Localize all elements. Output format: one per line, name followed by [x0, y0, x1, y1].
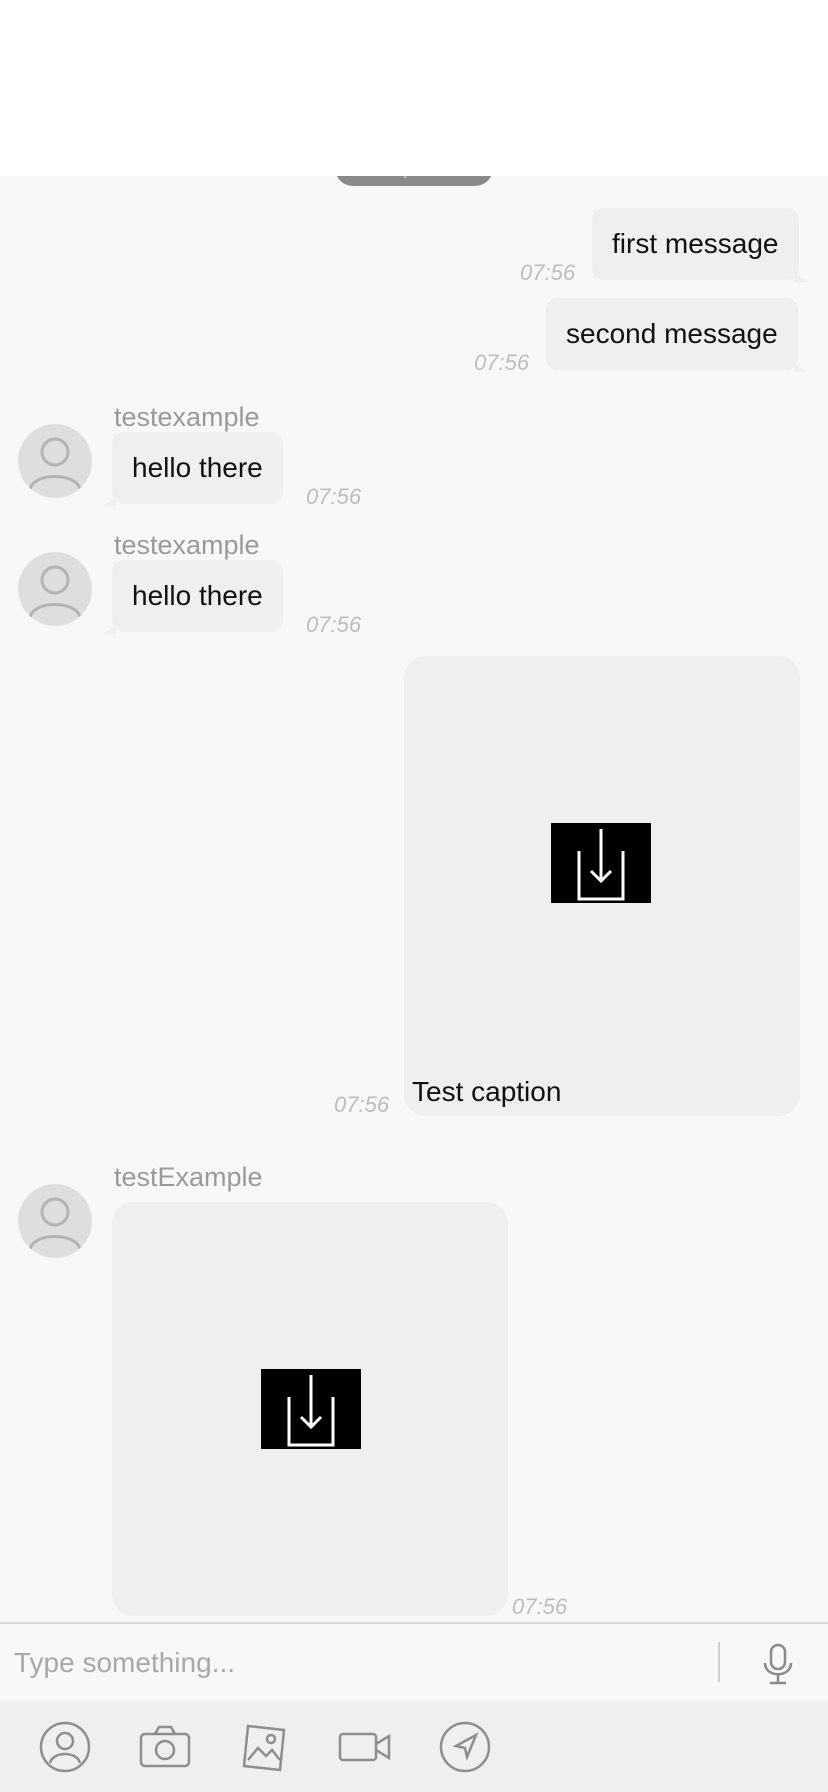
- avatar[interactable]: [18, 552, 92, 626]
- message-text: second message: [566, 318, 778, 349]
- composer-divider: [718, 1642, 720, 1682]
- message-time: 07:56: [474, 350, 530, 375]
- message-time: 07:56: [306, 484, 362, 509]
- sender-name: testExample: [114, 1162, 263, 1192]
- avatar[interactable]: [18, 1184, 92, 1258]
- message-time: 07:56: [306, 612, 362, 637]
- person-icon: [28, 1197, 82, 1251]
- contact-icon[interactable]: [38, 1720, 92, 1774]
- avatar[interactable]: [18, 424, 92, 498]
- incoming-message-bubble[interactable]: hello there: [102, 432, 283, 506]
- person-icon: [28, 437, 82, 491]
- chat-thread[interactable]: first message 07:56 second message 07:56…: [0, 176, 828, 1623]
- message-text: hello there: [132, 452, 263, 483]
- media-caption: Test caption: [412, 1076, 562, 1107]
- outgoing-media-message[interactable]: Test caption: [404, 656, 800, 1116]
- message-input[interactable]: [14, 1638, 694, 1688]
- download-icon[interactable]: [551, 823, 651, 903]
- outgoing-message-bubble[interactable]: second message: [546, 298, 808, 372]
- person-icon: [28, 565, 82, 619]
- top-header-area: [0, 0, 828, 176]
- message-text: hello there: [132, 580, 263, 611]
- message-time: 07:56: [512, 1594, 568, 1619]
- sender-name: testexample: [114, 530, 260, 560]
- microphone-icon[interactable]: [756, 1642, 800, 1686]
- camera-icon[interactable]: [138, 1720, 192, 1774]
- message-text: first message: [612, 228, 779, 259]
- incoming-media-message[interactable]: [112, 1202, 508, 1616]
- sender-name: testexample: [114, 402, 260, 432]
- download-icon[interactable]: [261, 1369, 361, 1449]
- message-composer: [0, 1622, 828, 1701]
- gallery-icon[interactable]: [238, 1720, 292, 1774]
- incoming-message-bubble[interactable]: hello there: [102, 560, 283, 634]
- message-time: 07:56: [520, 260, 576, 285]
- attachment-toolbar: [0, 1701, 828, 1792]
- message-time: 07:56: [334, 1092, 390, 1117]
- video-icon[interactable]: [338, 1720, 392, 1774]
- outgoing-message-bubble[interactable]: first message: [592, 208, 808, 282]
- location-icon[interactable]: [438, 1720, 492, 1774]
